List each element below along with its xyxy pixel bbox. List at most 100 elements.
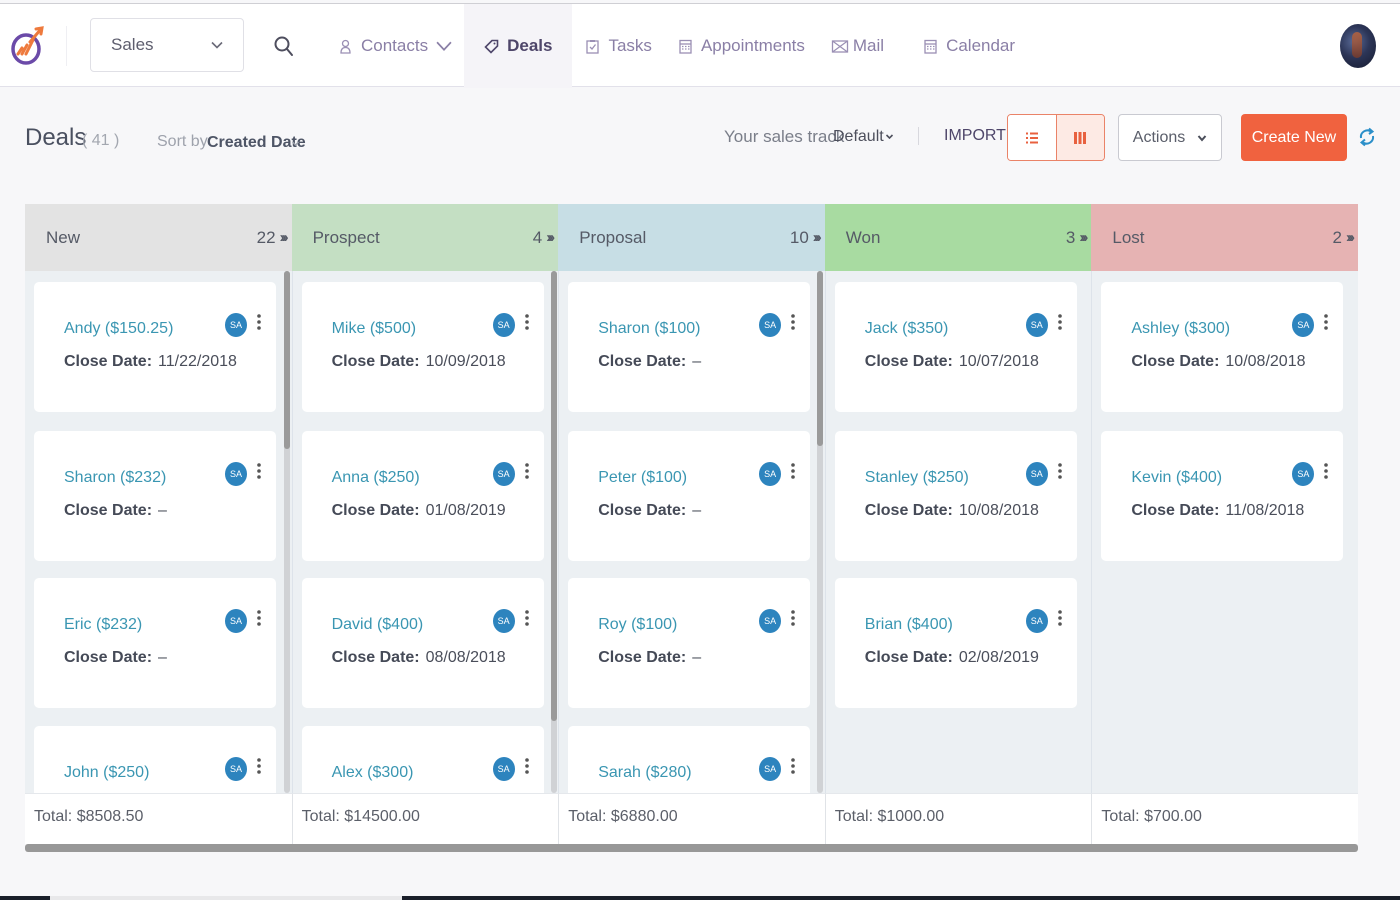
scrollbar-thumb[interactable] — [550, 271, 557, 721]
more-options-icon[interactable] — [789, 462, 797, 482]
deal-name-link[interactable]: Peter ($100) — [598, 469, 687, 487]
create-new-button[interactable]: Create New — [1241, 114, 1347, 161]
owner-avatar[interactable]: SA — [225, 313, 247, 337]
more-options-icon[interactable] — [1322, 462, 1330, 482]
deal-card[interactable]: Anna ($250) Close Date: 01/08/2019 SA — [301, 431, 544, 561]
deal-card[interactable]: Brian ($400) Close Date: 02/08/2019 SA — [834, 578, 1077, 708]
more-options-icon[interactable] — [523, 313, 531, 333]
list-view-button[interactable] — [1008, 115, 1056, 160]
kanban-view-button[interactable] — [1055, 115, 1104, 160]
owner-avatar[interactable]: SA — [1025, 609, 1048, 633]
deal-card[interactable]: Kevin ($400) Close Date: 11/08/2018 SA — [1101, 431, 1344, 561]
deal-card[interactable]: Sarah ($280)Close Date:SA — [568, 726, 811, 793]
deal-card[interactable]: Sharon ($232) Close Date: – SA — [34, 431, 276, 561]
deal-name-link[interactable]: Sharon ($100) — [598, 320, 700, 338]
horizontal-scrollbar[interactable] — [25, 844, 1358, 852]
nav-item-mail[interactable]: Mail — [818, 4, 897, 88]
deal-name-link[interactable]: David ($400) — [332, 616, 424, 634]
owner-avatar[interactable]: SA — [759, 757, 782, 781]
more-options-icon[interactable] — [789, 609, 797, 629]
owner-avatar[interactable]: SA — [759, 609, 782, 633]
column-header[interactable]: Proposal 10 ››› — [558, 204, 825, 271]
deal-name-link[interactable]: Anna ($250) — [332, 469, 420, 487]
owner-avatar[interactable]: SA — [492, 313, 515, 337]
chevron-down-icon[interactable] — [885, 132, 894, 141]
owner-avatar[interactable]: SA — [759, 462, 782, 486]
deal-name-link[interactable]: Alex ($300) — [332, 764, 414, 782]
column-header[interactable]: Won 3 ››› — [824, 204, 1092, 271]
more-options-icon[interactable] — [1056, 313, 1064, 333]
owner-avatar[interactable]: SA — [225, 462, 247, 486]
owner-avatar[interactable]: SA — [492, 609, 515, 633]
deal-name-link[interactable]: Roy ($100) — [598, 616, 677, 634]
deal-card[interactable]: Stanley ($250) Close Date: 10/08/2018 SA — [834, 431, 1077, 561]
deal-name-link[interactable]: Ashley ($300) — [1131, 320, 1230, 338]
more-options-icon[interactable] — [1056, 462, 1064, 482]
column-header[interactable]: Lost 2 ››› — [1091, 204, 1358, 271]
deal-name-link[interactable]: Sharon ($232) — [64, 469, 166, 487]
more-options-icon[interactable] — [255, 313, 263, 333]
deal-card[interactable]: Mike ($500) Close Date: 10/09/2018 SA — [301, 282, 544, 412]
scrollbar-thumb[interactable] — [817, 271, 824, 446]
deal-name-link[interactable]: Andy ($150.25) — [64, 320, 173, 338]
deal-name-link[interactable]: John ($250) — [64, 764, 149, 782]
more-options-icon[interactable] — [1056, 609, 1064, 629]
deal-card[interactable]: David ($400) Close Date: 08/08/2018 SA — [301, 578, 544, 708]
more-options-icon[interactable] — [523, 609, 531, 629]
column-header[interactable]: Prospect 4 ››› — [291, 204, 559, 271]
more-options-icon[interactable] — [523, 462, 531, 482]
deal-card[interactable]: Roy ($100) Close Date: – SA — [568, 578, 811, 708]
deal-card[interactable]: Eric ($232) Close Date: – SA — [34, 578, 276, 708]
chevrons-right-icon[interactable]: ››› — [1079, 229, 1088, 246]
owner-avatar[interactable]: SA — [1292, 313, 1315, 337]
deal-card[interactable]: Sharon ($100) Close Date: – SA — [568, 282, 811, 412]
owner-avatar[interactable]: SA — [225, 609, 247, 633]
deal-card[interactable]: Jack ($350) Close Date: 10/07/2018 SA — [834, 282, 1077, 412]
owner-avatar[interactable]: SA — [492, 757, 515, 781]
more-options-icon[interactable] — [255, 462, 263, 482]
search-icon[interactable] — [272, 34, 296, 58]
more-options-icon[interactable] — [523, 757, 531, 777]
scrollbar-thumb[interactable] — [284, 271, 290, 449]
deal-name-link[interactable]: Kevin ($400) — [1131, 469, 1222, 487]
deal-name-link[interactable]: Jack ($350) — [865, 320, 949, 338]
module-select[interactable]: Sales — [90, 18, 244, 72]
nav-item-contacts[interactable]: Contacts — [325, 4, 464, 88]
deal-name-link[interactable]: Stanley ($250) — [865, 469, 969, 487]
vertical-scrollbar[interactable] — [284, 271, 290, 793]
deal-card[interactable]: Peter ($100) Close Date: – SA — [568, 431, 811, 561]
owner-avatar[interactable]: SA — [492, 462, 515, 486]
actions-dropdown[interactable]: Actions — [1118, 114, 1222, 161]
deal-name-link[interactable]: Brian ($400) — [865, 616, 953, 634]
owner-avatar[interactable]: SA — [225, 757, 247, 781]
nav-item-appointments[interactable]: Appointments — [665, 4, 818, 88]
deal-name-link[interactable]: Eric ($232) — [64, 616, 142, 634]
deal-name-link[interactable]: Mike ($500) — [332, 320, 416, 338]
chevron-down-icon[interactable] — [291, 139, 300, 148]
owner-avatar[interactable]: SA — [1025, 313, 1048, 337]
sales-track-dropdown[interactable]: Default — [833, 128, 884, 146]
user-avatar[interactable] — [1340, 24, 1376, 68]
chevrons-right-icon[interactable]: ››› — [1346, 229, 1355, 246]
deal-card[interactable]: Ashley ($300) Close Date: 10/08/2018 SA — [1101, 282, 1344, 412]
chevrons-right-icon[interactable]: ››› — [280, 229, 289, 246]
refresh-icon[interactable] — [1357, 125, 1377, 149]
nav-item-deals[interactable]: Deals — [464, 4, 573, 88]
more-options-icon[interactable] — [789, 313, 797, 333]
chevrons-right-icon[interactable]: ››› — [813, 229, 822, 246]
more-options-icon[interactable] — [255, 757, 263, 777]
owner-avatar[interactable]: SA — [1025, 462, 1048, 486]
app-logo-icon[interactable] — [8, 24, 48, 68]
deal-name-link[interactable]: Sarah ($280) — [598, 764, 691, 782]
column-header[interactable]: New 22 ››› — [25, 204, 292, 271]
more-options-icon[interactable] — [789, 757, 797, 777]
deal-card[interactable]: John ($250)Close Date:SA — [34, 726, 276, 793]
more-options-icon[interactable] — [255, 609, 263, 629]
deal-card[interactable]: Alex ($300)Close Date:SA — [301, 726, 544, 793]
deal-card[interactable]: Andy ($150.25) Close Date: 11/22/2018 SA — [34, 282, 276, 412]
chevrons-right-icon[interactable]: ››› — [546, 229, 555, 246]
owner-avatar[interactable]: SA — [1292, 462, 1315, 486]
import-button[interactable]: IMPORT — [944, 127, 1006, 145]
vertical-scrollbar[interactable] — [550, 271, 557, 793]
vertical-scrollbar[interactable] — [817, 271, 824, 793]
